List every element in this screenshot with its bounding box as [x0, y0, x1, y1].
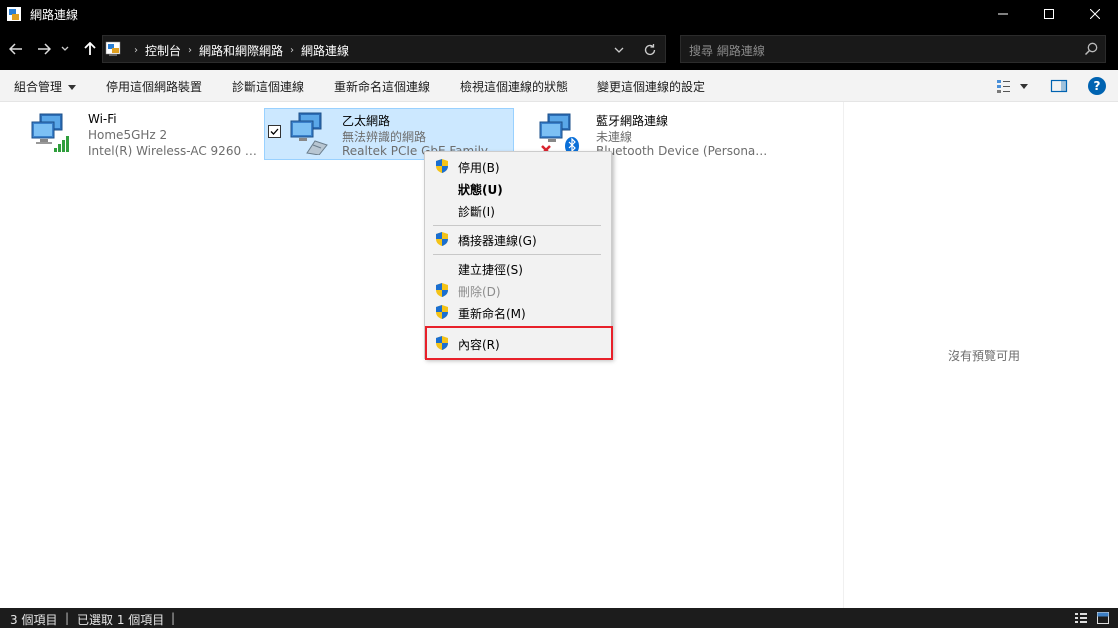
menu-item-properties[interactable]: 內容(R) [425, 326, 613, 360]
disable-device-button[interactable]: 停用這個網路裝置 [106, 78, 202, 95]
breadcrumb: › 控制台 › 網路和網際網路 › 網路連線 [127, 42, 349, 59]
recent-locations-button[interactable] [58, 39, 72, 59]
status-separator: | [171, 611, 176, 625]
breadcrumb-item-network-connections[interactable]: 網路連線 [301, 42, 349, 59]
search-icon[interactable] [1083, 41, 1099, 57]
item-count: 3 個項目 [10, 613, 58, 627]
up-button[interactable] [80, 39, 100, 59]
search-input[interactable]: 搜尋 網路連線 [689, 42, 765, 59]
close-button[interactable] [1072, 0, 1118, 28]
menu-item-label: 停用(B) [458, 161, 500, 175]
uac-shield-icon [435, 304, 449, 320]
connections-list: Wi-Fi Home5GHz 2 Intel(R) Wireless-AC 92… [0, 102, 843, 608]
menu-separator [433, 254, 601, 255]
minimize-button[interactable] [980, 0, 1026, 28]
help-icon[interactable]: ? [1088, 77, 1106, 95]
title-bar: 網路連線 [0, 0, 1118, 28]
back-button[interactable] [6, 39, 26, 59]
rename-button[interactable]: 重新命名這個連線 [334, 78, 430, 95]
no-preview-message: 沒有預覽可用 [948, 349, 1021, 363]
status-bar: 3 個項目 | 已選取 1 個項目 | [0, 608, 1118, 628]
change-settings-button[interactable]: 變更這個連線的設定 [597, 78, 705, 95]
connection-name: Wi-Fi [88, 112, 117, 126]
control-panel-icon [105, 40, 123, 58]
diagnose-button[interactable]: 診斷這個連線 [232, 78, 304, 95]
preview-pane: 沒有預覽可用 [843, 102, 1118, 608]
address-bar[interactable]: › 控制台 › 網路和網際網路 › 網路連線 [102, 35, 666, 63]
connection-status: 未連線 [596, 130, 633, 144]
organize-label: 組合管理 [14, 80, 63, 94]
breadcrumb-item-network-internet[interactable]: 網路和網際網路 [199, 42, 283, 59]
breadcrumb-separator-icon[interactable]: › [188, 45, 192, 56]
chevron-down-icon [68, 85, 77, 90]
large-icons-view-icon[interactable] [1096, 611, 1110, 625]
view-status-button[interactable]: 檢視這個連線的狀態 [460, 78, 568, 95]
menu-item-label: 重新命名(M) [458, 307, 526, 321]
menu-item-label: 橋接器連線(G) [458, 234, 537, 248]
connection-device: Bluetooth Device (Personal ... [596, 144, 768, 158]
uac-shield-icon [435, 231, 449, 247]
menu-item-create-shortcut[interactable]: 建立捷徑(S) [427, 257, 609, 279]
connection-name: 乙太網路 [342, 114, 391, 128]
uac-shield-icon [435, 335, 449, 351]
connection-device: Intel(R) Wireless-AC 9260 1... [88, 144, 260, 158]
maximize-button[interactable] [1026, 0, 1072, 28]
change-view-icon[interactable] [996, 78, 1014, 94]
bluetooth-adapter-icon [536, 110, 580, 155]
uac-shield-icon [435, 282, 449, 298]
preview-pane-icon[interactable] [1050, 78, 1068, 94]
context-menu: 停用(B) 狀態(U) 診斷(I) 橋接器連線(G) 建立捷徑(S) 刪除(D)… [424, 151, 613, 360]
ethernet-adapter-icon [287, 111, 331, 156]
menu-item-rename[interactable]: 重新命名(M) [427, 301, 609, 323]
status-separator: | [65, 611, 70, 625]
connection-status: 無法辨識的網路 [342, 130, 427, 144]
menu-item-label: 診斷(I) [458, 205, 495, 219]
menu-item-diagnose[interactable]: 診斷(I) [427, 199, 609, 221]
menu-item-label: 刪除(D) [458, 285, 501, 299]
search-box[interactable]: 搜尋 網路連線 [680, 35, 1106, 63]
details-view-icon[interactable] [1074, 611, 1088, 625]
menu-separator [433, 225, 601, 226]
selected-count: 已選取 1 個項目 [77, 613, 165, 627]
menu-item-bridge-connections[interactable]: 橋接器連線(G) [427, 228, 609, 250]
view-options-chevron-down-icon[interactable] [1018, 78, 1030, 94]
connection-status: Home5GHz 2 [88, 128, 168, 142]
address-dropdown-icon[interactable] [611, 42, 627, 58]
uac-shield-icon [435, 158, 449, 174]
breadcrumb-separator-icon: › [134, 45, 138, 56]
breadcrumb-item-control-panel[interactable]: 控制台 [145, 42, 181, 59]
network-connections-icon [6, 6, 22, 22]
menu-item-delete: 刪除(D) [427, 279, 609, 301]
connection-item-wifi[interactable]: Wi-Fi Home5GHz 2 Intel(R) Wireless-AC 92… [20, 106, 260, 158]
connection-name: 藍牙網路連線 [596, 114, 669, 128]
menu-item-disable[interactable]: 停用(B) [427, 155, 609, 177]
wifi-adapter-icon [28, 110, 72, 154]
command-bar: 組合管理 停用這個網路裝置 診斷這個連線 重新命名這個連線 檢視這個連線的狀態 … [0, 70, 1118, 102]
menu-item-label: 建立捷徑(S) [458, 263, 523, 277]
selection-checkbox[interactable] [268, 125, 281, 138]
window-title: 網路連線 [30, 8, 79, 22]
menu-item-label: 內容(R) [458, 338, 500, 352]
menu-item-status[interactable]: 狀態(U) [427, 177, 609, 199]
organize-button[interactable]: 組合管理 [14, 78, 77, 95]
forward-button[interactable] [34, 39, 54, 59]
menu-item-label: 狀態(U) [458, 183, 503, 197]
refresh-icon[interactable] [641, 41, 659, 59]
breadcrumb-separator-icon[interactable]: › [290, 45, 294, 56]
